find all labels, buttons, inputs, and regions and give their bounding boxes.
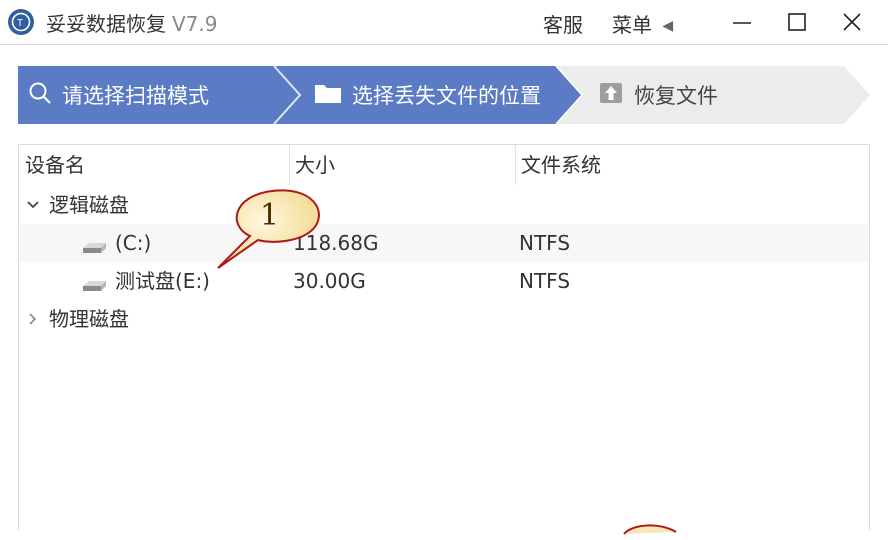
tree-group-physical-disks[interactable]: 物理磁盘 — [19, 300, 869, 338]
table-row[interactable]: 测试盘(E:) 30.00G NTFS — [19, 262, 869, 300]
tree-group-logical-disks[interactable]: 逻辑磁盘 — [19, 186, 869, 224]
step-wizard: 请选择扫描模式 选择丢失文件的位置 恢复文件 — [18, 66, 870, 124]
folder-icon — [314, 82, 342, 109]
group-label: 逻辑磁盘 — [49, 193, 129, 217]
column-header-file-system[interactable]: 文件系统 — [515, 145, 869, 185]
drive-icon — [81, 236, 107, 260]
step-select-scan-mode[interactable]: 请选择扫描模式 — [28, 66, 209, 124]
search-icon — [28, 81, 52, 110]
menu-button[interactable]: 菜单 ◀ — [612, 9, 673, 38]
drive-icon — [81, 274, 107, 298]
close-button[interactable] — [832, 6, 872, 38]
maximize-button[interactable] — [777, 6, 817, 38]
close-icon — [843, 13, 861, 31]
device-file-system: NTFS — [519, 269, 571, 293]
customer-service-button[interactable]: 客服 — [543, 9, 583, 38]
device-name: 测试盘(E:) — [115, 269, 210, 293]
callout-number: 1 — [260, 198, 280, 233]
group-label: 物理磁盘 — [49, 307, 129, 331]
menu-arrow-icon: ◀ — [662, 18, 674, 34]
chevron-right-icon[interactable] — [25, 300, 41, 338]
step-label: 恢复文件 — [634, 84, 718, 108]
chevron-down-icon[interactable] — [25, 186, 41, 224]
menu-label: 菜单 — [612, 13, 652, 37]
column-header-device-name[interactable]: 设备名 — [19, 145, 289, 185]
table-row[interactable]: (C:) 118.68G NTFS — [19, 224, 869, 262]
app-logo-icon: T — [8, 9, 34, 35]
step-label: 选择丢失文件的位置 — [352, 84, 541, 108]
title-divider — [0, 44, 888, 45]
app-version: V7.9 — [172, 12, 218, 36]
maximize-icon — [788, 13, 806, 31]
app-title: 妥妥数据恢复 V7.9 — [46, 8, 218, 37]
title-bar: T 妥妥数据恢复 V7.9 客服 菜单 ◀ — [0, 0, 888, 44]
minimize-icon — [733, 22, 751, 24]
restore-upload-icon — [598, 81, 624, 110]
step-label: 请选择扫描模式 — [62, 84, 209, 108]
device-name: (C:) — [115, 231, 152, 255]
callout-bubble-partial — [623, 524, 677, 535]
device-table: 设备名 大小 文件系统 逻辑磁盘 (C:) 118.68G NTFS 测试盘(E… — [18, 144, 870, 530]
device-file-system: NTFS — [519, 231, 571, 255]
app-name: 妥妥数据恢复 — [46, 12, 166, 36]
minimize-button[interactable] — [722, 6, 762, 38]
step-select-location[interactable]: 选择丢失文件的位置 — [314, 66, 541, 124]
svg-text:T: T — [17, 18, 23, 29]
step-restore-files[interactable]: 恢复文件 — [598, 66, 718, 124]
column-header-size[interactable]: 大小 — [289, 145, 515, 185]
